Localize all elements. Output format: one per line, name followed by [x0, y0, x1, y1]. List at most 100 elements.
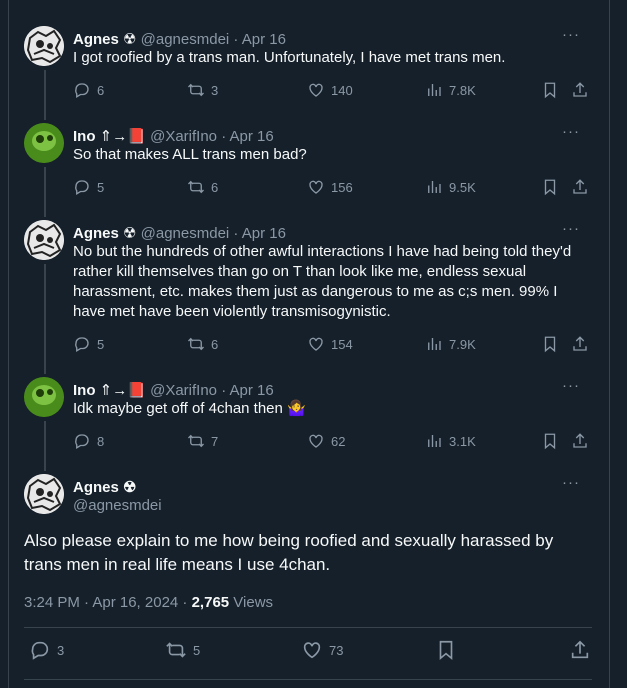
more-icon[interactable]: ···	[562, 220, 580, 237]
action-bar: 5 6 154 7.9K	[73, 335, 593, 355]
repost-button[interactable]: 6	[187, 335, 218, 353]
more-icon[interactable]: ···	[562, 26, 580, 43]
repost-icon	[188, 180, 204, 194]
like-count: 62	[331, 433, 346, 449]
display-name[interactable]: Ino	[73, 382, 96, 399]
heart-icon	[309, 83, 323, 97]
focused-tweet: Agnes ☢ @agnesmdei ··· Also please expla…	[24, 474, 594, 688]
tweet-text: Idk maybe get off of 4chan then 🤷‍♀️	[73, 400, 306, 417]
tweet-header: Ino ⇑→📕 @XarifIno · Apr 16	[73, 382, 274, 399]
display-name[interactable]: Agnes	[73, 225, 119, 242]
action-bar: 5 6 156 9.5K	[73, 178, 593, 198]
views-icon	[428, 181, 441, 193]
repost-button[interactable]: 7	[187, 432, 218, 450]
tweet[interactable]: Ino ⇑→📕 @XarifIno · Apr 16 ··· So that m…	[24, 123, 594, 203]
share-button[interactable]	[571, 335, 589, 353]
avatar[interactable]	[24, 26, 64, 66]
display-name[interactable]: Agnes	[73, 31, 119, 48]
share-button[interactable]	[571, 81, 589, 99]
views-icon	[428, 435, 441, 447]
action-bar: 6 3 140 7.8K	[73, 81, 593, 101]
like-button[interactable]: 156	[307, 178, 353, 196]
badge-icon: ☢	[123, 479, 137, 496]
tweet[interactable]: Ino ⇑→📕 @XarifIno · Apr 16 ··· Idk maybe…	[24, 377, 594, 457]
reply-button[interactable]: 3	[29, 639, 64, 661]
like-button[interactable]: 154	[307, 335, 353, 353]
share-button[interactable]	[569, 639, 591, 661]
tweet-header: Agnes ☢ @agnesmdei · Apr 16	[73, 225, 286, 242]
views-button[interactable]: 7.8K	[425, 81, 476, 99]
repost-button[interactable]: 3	[187, 81, 218, 99]
reply-count: 5	[97, 336, 105, 352]
handle[interactable]: @agnesmdei	[141, 225, 230, 242]
avatar[interactable]	[24, 474, 64, 514]
bookmark-button[interactable]	[541, 432, 559, 450]
views-button[interactable]: 7.9K	[425, 335, 476, 353]
timestamp[interactable]: Apr 16	[242, 31, 286, 48]
handle[interactable]: @agnesmdei	[141, 31, 230, 48]
handle[interactable]: @XarifIno	[150, 382, 217, 399]
like-button[interactable]: 140	[307, 81, 353, 99]
more-icon[interactable]: ···	[562, 123, 580, 140]
tweet-meta: 3:24 PM · Apr 16, 2024 · 2,765 Views	[24, 594, 273, 611]
heart-icon	[309, 434, 323, 448]
handle[interactable]: @XarifIno	[150, 128, 217, 145]
bookmark-button[interactable]	[435, 639, 457, 661]
reply-button[interactable]: 5	[73, 335, 104, 353]
action-bar: 8 7 62 3.1K	[73, 432, 593, 452]
tweet-text: No but the hundreds of other awful inter…	[73, 243, 572, 320]
tweet-text: Also please explain to me how being roof…	[24, 531, 554, 574]
tweet[interactable]: Agnes ☢ @agnesmdei · Apr 16 ··· No but t…	[24, 220, 594, 360]
repost-count: 7	[211, 433, 219, 449]
bookmark-icon	[544, 336, 556, 353]
like-button[interactable]: 62	[307, 432, 345, 450]
avatar[interactable]	[24, 220, 64, 260]
view-count: 7.9K	[449, 336, 476, 352]
timestamp[interactable]: Apr 16	[230, 382, 274, 399]
timestamp[interactable]: Apr 16	[230, 128, 274, 145]
reply-button[interactable]: 6	[73, 81, 104, 99]
reply-button[interactable]: 8	[73, 432, 104, 450]
reply-icon	[75, 180, 89, 195]
display-name[interactable]: Agnes ☢	[73, 478, 136, 496]
timestamp[interactable]: Apr 16	[242, 225, 286, 242]
share-button[interactable]	[571, 178, 589, 196]
repost-count: 3	[211, 82, 219, 98]
more-icon[interactable]: ···	[562, 474, 580, 491]
like-count: 156	[331, 179, 353, 195]
like-button[interactable]: 73	[301, 639, 343, 661]
bookmark-icon	[544, 179, 556, 196]
reply-count: 5	[97, 179, 105, 195]
heart-icon	[303, 642, 321, 659]
share-button[interactable]	[571, 432, 589, 450]
more-icon[interactable]: ···	[562, 377, 580, 394]
view-count: 7.8K	[449, 82, 476, 98]
badge-icon: ⇑→📕	[99, 382, 146, 399]
tweet-header: Ino ⇑→📕 @XarifIno · Apr 16	[73, 128, 274, 145]
reply-icon	[31, 641, 49, 660]
tweet[interactable]: Agnes ☢ @agnesmdei · Apr 16 ··· I got ro…	[24, 26, 594, 106]
handle[interactable]: @agnesmdei	[73, 497, 162, 514]
repost-button[interactable]: 6	[187, 178, 218, 196]
views-button[interactable]: 3.1K	[425, 432, 476, 450]
action-bar: 3 5 73	[29, 639, 591, 661]
bookmark-button[interactable]	[541, 335, 559, 353]
like-count: 154	[331, 336, 353, 352]
timestamp[interactable]: 3:24 PM · Apr 16, 2024 ·	[24, 594, 192, 611]
reply-button[interactable]: 5	[73, 178, 104, 196]
avatar[interactable]	[24, 123, 64, 163]
bookmark-button[interactable]	[541, 81, 559, 99]
display-name[interactable]: Ino	[73, 128, 96, 145]
like-count: 73	[329, 642, 344, 658]
views-icon	[428, 338, 441, 350]
bookmark-button[interactable]	[541, 178, 559, 196]
bookmark-icon	[544, 433, 556, 450]
share-icon	[573, 179, 587, 194]
views-button[interactable]: 9.5K	[425, 178, 476, 196]
divider	[24, 679, 592, 680]
view-count: 2,765	[191, 594, 230, 611]
avatar[interactable]	[24, 377, 64, 417]
repost-button[interactable]: 5	[165, 639, 200, 661]
repost-icon	[188, 434, 204, 448]
badge-icon: ⇑→📕	[99, 128, 146, 145]
